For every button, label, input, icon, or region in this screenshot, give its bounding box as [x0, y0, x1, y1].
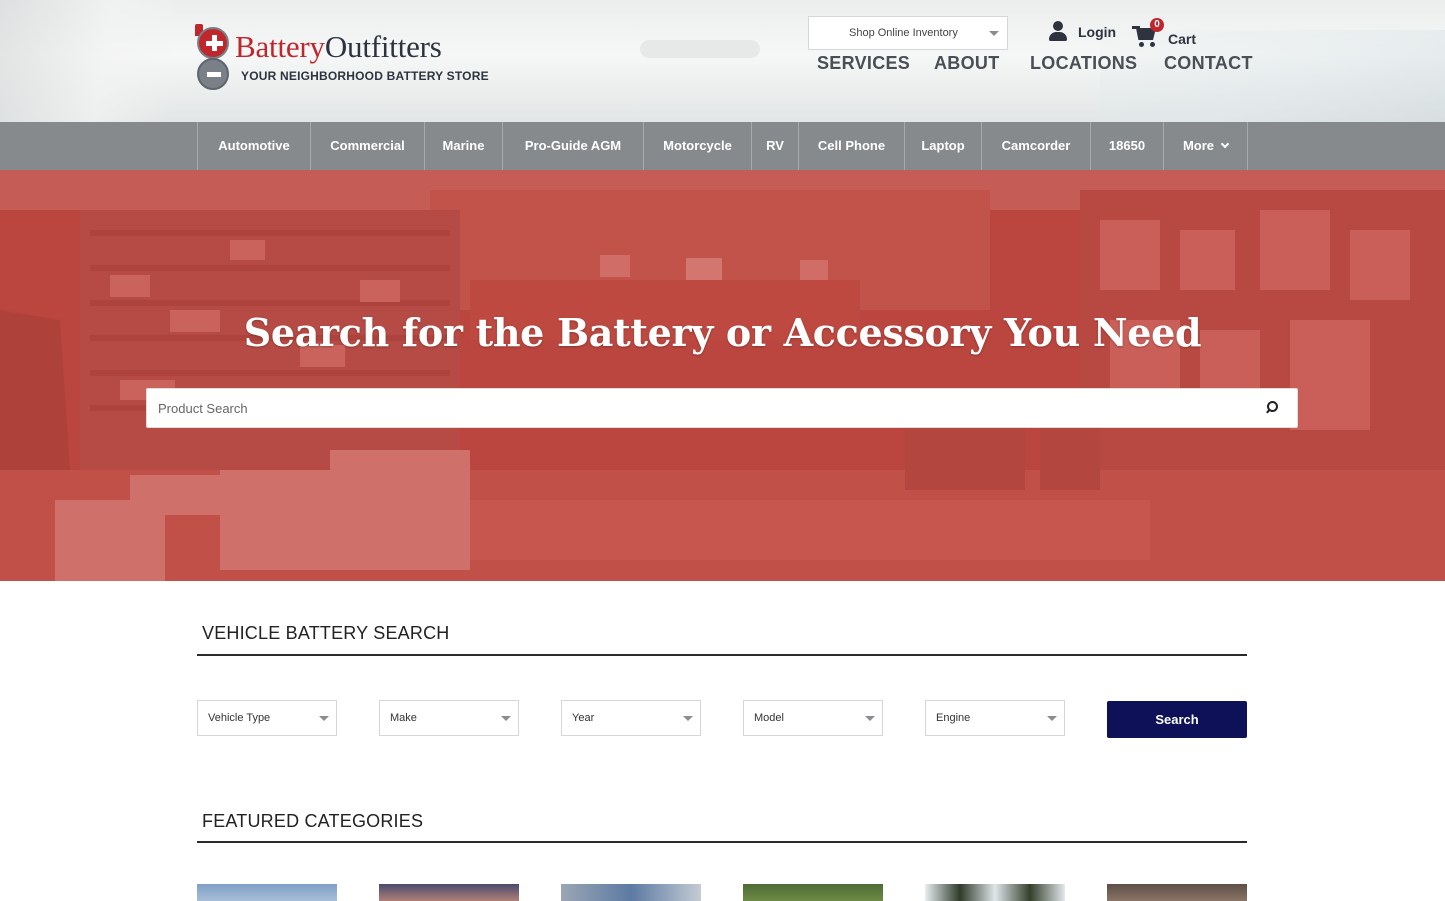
- chevron-down-icon: [1220, 139, 1230, 149]
- chevron-down-icon: [683, 716, 693, 721]
- vehicle-type-select[interactable]: Vehicle Type: [197, 700, 337, 736]
- chevron-down-icon: [865, 716, 875, 721]
- vehicle-search-title: VEHICLE BATTERY SEARCH: [202, 623, 450, 643]
- category-motorcycle[interactable]: Motorcycle: [643, 122, 751, 170]
- category-camcorder[interactable]: Camcorder: [981, 122, 1090, 170]
- featured-category-image[interactable]: [561, 884, 701, 901]
- cart-count-badge: 0: [1150, 18, 1164, 32]
- make-select[interactable]: Make: [379, 700, 519, 736]
- cart-label: Cart: [1168, 31, 1197, 47]
- featured-categories-title: FEATURED CATEGORIES: [202, 811, 424, 831]
- nav-services[interactable]: SERVICES: [817, 53, 910, 74]
- section-divider: [197, 654, 1247, 656]
- year-select[interactable]: Year: [561, 700, 701, 736]
- featured-category-image[interactable]: [197, 884, 337, 901]
- category-cell-phone[interactable]: Cell Phone: [798, 122, 904, 170]
- year-label: Year: [572, 712, 595, 724]
- shop-select-value: Shop Online Inventory: [849, 27, 958, 39]
- featured-category-image[interactable]: [925, 884, 1065, 901]
- category-laptop[interactable]: Laptop: [904, 122, 981, 170]
- vehicle-search-button[interactable]: Search: [1107, 701, 1247, 738]
- category-18650[interactable]: 18650: [1090, 122, 1163, 170]
- featured-category-image[interactable]: [1107, 884, 1247, 901]
- category-rv[interactable]: RV: [751, 122, 798, 170]
- category-marine[interactable]: Marine: [424, 122, 502, 170]
- make-label: Make: [390, 712, 417, 724]
- chevron-down-icon: [319, 716, 329, 721]
- product-search-input[interactable]: [147, 389, 1247, 427]
- category-more[interactable]: More: [1163, 122, 1248, 170]
- category-pro-guide-agm[interactable]: Pro-Guide AGM: [502, 122, 643, 170]
- category-navigation: Automotive Commercial Marine Pro-Guide A…: [0, 122, 1445, 170]
- user-icon: [1048, 20, 1068, 42]
- category-commercial[interactable]: Commercial: [310, 122, 424, 170]
- site-header: BatteryOutfitters YOUR NEIGHBORHOOD BATT…: [0, 0, 1445, 122]
- section-divider: [197, 841, 1247, 843]
- shop-inventory-select[interactable]: Shop Online Inventory: [808, 16, 1008, 50]
- category-more-label: More: [1182, 138, 1215, 153]
- cart-link[interactable]: 0 Cart: [1132, 18, 1202, 48]
- chevron-down-icon: [501, 716, 511, 721]
- nav-locations[interactable]: LOCATIONS: [1030, 53, 1137, 74]
- nav-contact[interactable]: CONTACT: [1164, 53, 1253, 74]
- engine-select[interactable]: Engine: [925, 700, 1065, 736]
- model-label: Model: [754, 712, 784, 724]
- main-navigation: SERVICES ABOUT LOCATIONS CONTACT: [0, 53, 1445, 77]
- featured-category-image[interactable]: [743, 884, 883, 901]
- chevron-down-icon: [989, 31, 999, 36]
- featured-category-image[interactable]: [379, 884, 519, 901]
- nav-about[interactable]: ABOUT: [934, 53, 1000, 74]
- vehicle-type-label: Vehicle Type: [208, 712, 271, 724]
- hero-banner: Search for the Battery or Accessory You …: [0, 170, 1445, 581]
- chevron-down-icon: [1047, 716, 1057, 721]
- hero-title: Search for the Battery or Accessory You …: [243, 310, 1202, 355]
- hero-red-overlay: [0, 170, 1445, 581]
- engine-label: Engine: [936, 712, 971, 724]
- product-search-box: [146, 388, 1298, 428]
- model-select[interactable]: Model: [743, 700, 883, 736]
- search-icon[interactable]: [1265, 401, 1278, 413]
- category-automotive[interactable]: Automotive: [197, 122, 310, 170]
- login-label: Login: [1078, 24, 1117, 40]
